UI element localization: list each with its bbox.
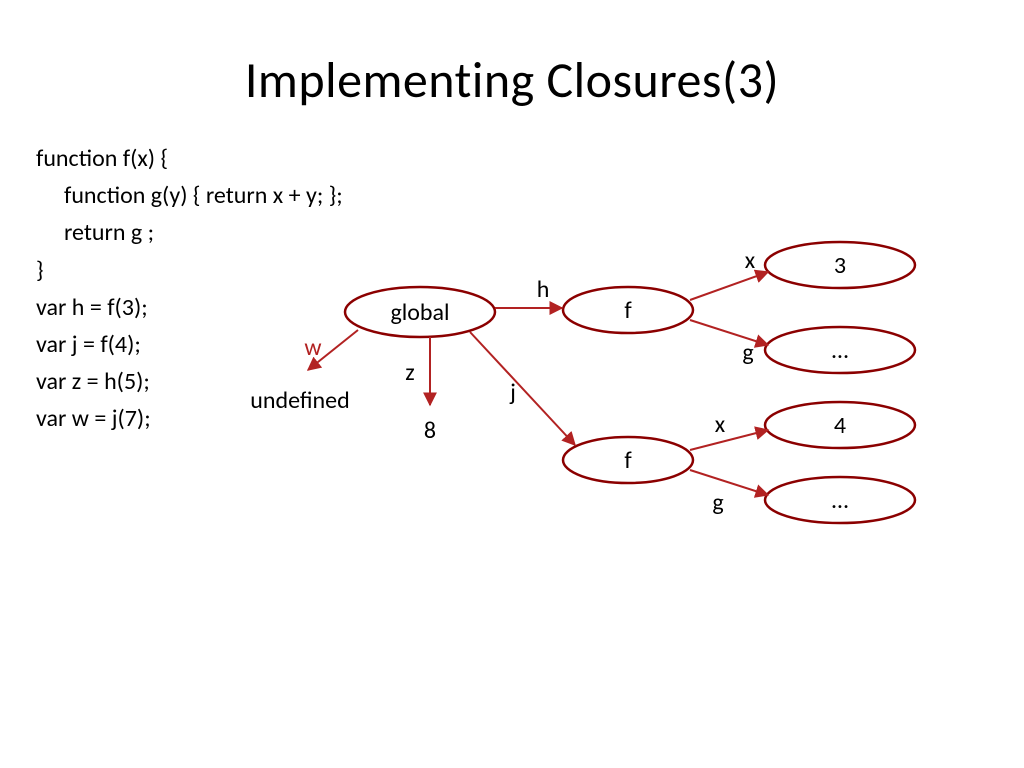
code-line: function g(y) { return x + y; };: [36, 177, 343, 214]
code-line: }: [36, 252, 343, 289]
edge-g-lower: [690, 470, 768, 495]
edge-label-x-upper: x: [745, 246, 756, 275]
code-line: var z = h(5);: [36, 363, 343, 400]
page-title: Implementing Closures(3): [0, 50, 1024, 111]
code-line: return g ;: [36, 214, 154, 251]
node-4: 4: [765, 402, 915, 448]
code-line: var w = j(7);: [36, 400, 343, 437]
edge-x-lower: [690, 430, 768, 450]
svg-text:global: global: [390, 298, 449, 327]
leaf-8: 8: [424, 416, 436, 445]
node-3: 3: [765, 242, 915, 288]
svg-text:…: …: [832, 336, 849, 365]
edge-label-z: z: [405, 358, 414, 387]
edge-g-upper: [690, 320, 768, 345]
svg-text:4: 4: [834, 411, 846, 440]
svg-text:…: …: [832, 486, 849, 515]
edge-label-g-lower: g: [712, 488, 723, 517]
node-ellipsis-lower: …: [765, 477, 915, 523]
code-block: function f(x) { function g(y) { return x…: [36, 140, 343, 438]
edge-label-h: h: [537, 275, 550, 304]
code-line: var j = f(4);: [36, 326, 343, 363]
code-line: function f(x) {: [36, 140, 343, 177]
svg-text:f: f: [624, 446, 632, 475]
node-ellipsis-upper: …: [765, 327, 915, 373]
edge-label-j: j: [509, 378, 516, 407]
edge-j: [470, 332, 575, 445]
edge-x-upper: [690, 272, 768, 300]
node-f-upper: f: [563, 287, 693, 333]
edge-label-x-lower: x: [715, 410, 726, 439]
code-line: var h = f(3);: [36, 289, 343, 326]
svg-text:f: f: [624, 296, 632, 325]
slide: Implementing Closures(3) function f(x) {…: [0, 0, 1024, 768]
svg-text:3: 3: [834, 251, 846, 280]
node-f-lower: f: [563, 437, 693, 483]
edge-label-g-upper: g: [742, 338, 753, 367]
node-global: global: [345, 287, 495, 337]
